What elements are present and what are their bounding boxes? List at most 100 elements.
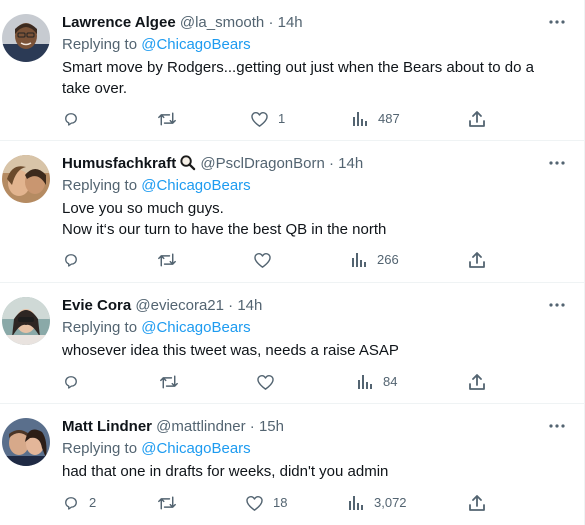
like-count: 18 xyxy=(273,495,288,510)
action-bar: 1 487 xyxy=(0,109,585,129)
like-button[interactable]: 1 xyxy=(250,109,285,129)
tweet-text: had that one in drafts for weeks, didn't… xyxy=(62,461,562,482)
replying-to-label: Replying to xyxy=(62,440,138,457)
magnifier-icon xyxy=(179,154,196,177)
views-button[interactable]: 3,072 xyxy=(347,493,407,513)
timestamp[interactable]: 14h xyxy=(278,14,303,31)
view-count: 266 xyxy=(377,252,399,267)
more-options-icon[interactable] xyxy=(547,295,567,315)
separator-dot: · xyxy=(329,155,334,172)
retweet-icon xyxy=(157,251,177,269)
like-count: 1 xyxy=(278,111,286,126)
tweet-header: Humusfachkraft @PsclDragonBorn · 14h xyxy=(62,154,545,174)
retweet-button[interactable] xyxy=(157,109,186,129)
like-button[interactable]: 18 xyxy=(245,493,287,513)
share-button[interactable] xyxy=(468,109,486,129)
replying-to: Replying to @ChicagoBears xyxy=(62,318,251,338)
avatar[interactable] xyxy=(2,14,50,62)
views-button[interactable]: 84 xyxy=(356,372,397,392)
heart-icon xyxy=(256,373,275,391)
views-chart-icon xyxy=(350,251,368,269)
reply-button[interactable]: 2 xyxy=(62,493,96,513)
retweet-button[interactable] xyxy=(157,493,186,513)
view-count: 487 xyxy=(378,111,400,126)
avatar[interactable] xyxy=(2,297,50,345)
reply-count: 2 xyxy=(89,495,97,510)
action-bar: 84 xyxy=(0,372,585,392)
share-icon xyxy=(468,494,486,512)
author-handle[interactable]: @PsclDragonBorn xyxy=(200,155,324,172)
replying-to: Replying to @ChicagoBears xyxy=(62,176,251,196)
tweet-header: Evie Cora @eviecora21 · 14h xyxy=(62,296,545,316)
reply-icon xyxy=(62,494,80,512)
view-count: 84 xyxy=(383,374,398,389)
avatar[interactable] xyxy=(2,418,50,466)
avatar[interactable] xyxy=(2,155,50,203)
more-options-icon[interactable] xyxy=(547,153,567,173)
mention-link[interactable]: @ChicagoBears xyxy=(141,440,250,457)
share-icon xyxy=(468,110,486,128)
action-bar: 266 xyxy=(0,250,585,270)
author-name[interactable]: Matt Lindner xyxy=(62,418,152,435)
tweet[interactable]: Humusfachkraft @PsclDragonBorn · 14h Rep… xyxy=(0,141,585,283)
tweet-text: whosever idea this tweet was, needs a ra… xyxy=(62,340,562,361)
views-chart-icon xyxy=(351,110,369,128)
share-button[interactable] xyxy=(468,250,486,270)
tweet[interactable]: Evie Cora @eviecora21 · 14h Replying to … xyxy=(0,283,585,404)
action-bar: 2 18 3,072 xyxy=(0,493,585,513)
reply-button[interactable] xyxy=(62,250,89,270)
replying-to: Replying to @ChicagoBears xyxy=(62,439,251,459)
author-name[interactable]: Humusfachkraft xyxy=(62,155,176,172)
author-name[interactable]: Lawrence Algee xyxy=(62,14,176,31)
tweet[interactable]: Matt Lindner @mattlindner · 15h Replying… xyxy=(0,404,585,525)
timestamp[interactable]: 14h xyxy=(237,297,262,314)
author-name[interactable]: Evie Cora xyxy=(62,297,131,314)
like-button[interactable] xyxy=(253,250,281,270)
retweet-icon xyxy=(159,373,179,391)
mention-link[interactable]: @ChicagoBears xyxy=(141,319,250,336)
like-button[interactable] xyxy=(256,372,284,392)
author-handle[interactable]: @mattlindner xyxy=(156,418,245,435)
separator-dot: · xyxy=(268,14,274,31)
views-button[interactable]: 487 xyxy=(351,109,400,129)
replying-to: Replying to @ChicagoBears xyxy=(62,35,251,55)
heart-icon xyxy=(245,494,264,512)
reply-icon xyxy=(62,110,80,128)
retweet-icon xyxy=(157,110,177,128)
retweet-icon xyxy=(157,494,177,512)
reply-button[interactable] xyxy=(62,109,89,129)
replying-to-label: Replying to xyxy=(62,319,138,336)
mention-link[interactable]: @ChicagoBears xyxy=(141,36,250,53)
separator-dot: · xyxy=(228,297,234,314)
more-options-icon[interactable] xyxy=(547,12,567,32)
reply-icon xyxy=(62,373,80,391)
retweet-button[interactable] xyxy=(157,250,186,270)
separator-dot: · xyxy=(249,418,255,435)
reply-feed: Lawrence Algee @la_smooth · 14h Replying… xyxy=(0,0,585,525)
more-options-icon[interactable] xyxy=(547,416,567,436)
heart-icon xyxy=(253,251,272,269)
tweet-header: Lawrence Algee @la_smooth · 14h xyxy=(62,13,545,33)
author-handle[interactable]: @la_smooth xyxy=(180,14,264,31)
replying-to-label: Replying to xyxy=(62,36,138,53)
timestamp[interactable]: 15h xyxy=(259,418,284,435)
views-button[interactable]: 266 xyxy=(350,250,399,270)
tweet[interactable]: Lawrence Algee @la_smooth · 14h Replying… xyxy=(0,0,585,141)
tweet-header: Matt Lindner @mattlindner · 15h xyxy=(62,417,545,437)
reply-button[interactable] xyxy=(62,372,89,392)
share-button[interactable] xyxy=(468,372,486,392)
tweet-text: Smart move by Rodgers...getting out just… xyxy=(62,57,562,99)
heart-icon xyxy=(250,110,269,128)
author-handle[interactable]: @eviecora21 xyxy=(135,297,224,314)
share-button[interactable] xyxy=(468,493,486,513)
mention-link[interactable]: @ChicagoBears xyxy=(141,177,250,194)
tweet-text-line: whosever idea this tweet was, needs a ra… xyxy=(62,342,399,359)
reply-icon xyxy=(62,251,80,269)
replying-to-label: Replying to xyxy=(62,177,138,194)
views-chart-icon xyxy=(356,373,374,391)
tweet-text-line: Smart move by Rodgers...getting out just… xyxy=(62,59,534,97)
tweet-text-line: had that one in drafts for weeks, didn't… xyxy=(62,463,389,480)
timestamp[interactable]: 14h xyxy=(338,155,363,172)
share-icon xyxy=(468,373,486,391)
retweet-button[interactable] xyxy=(159,372,188,392)
